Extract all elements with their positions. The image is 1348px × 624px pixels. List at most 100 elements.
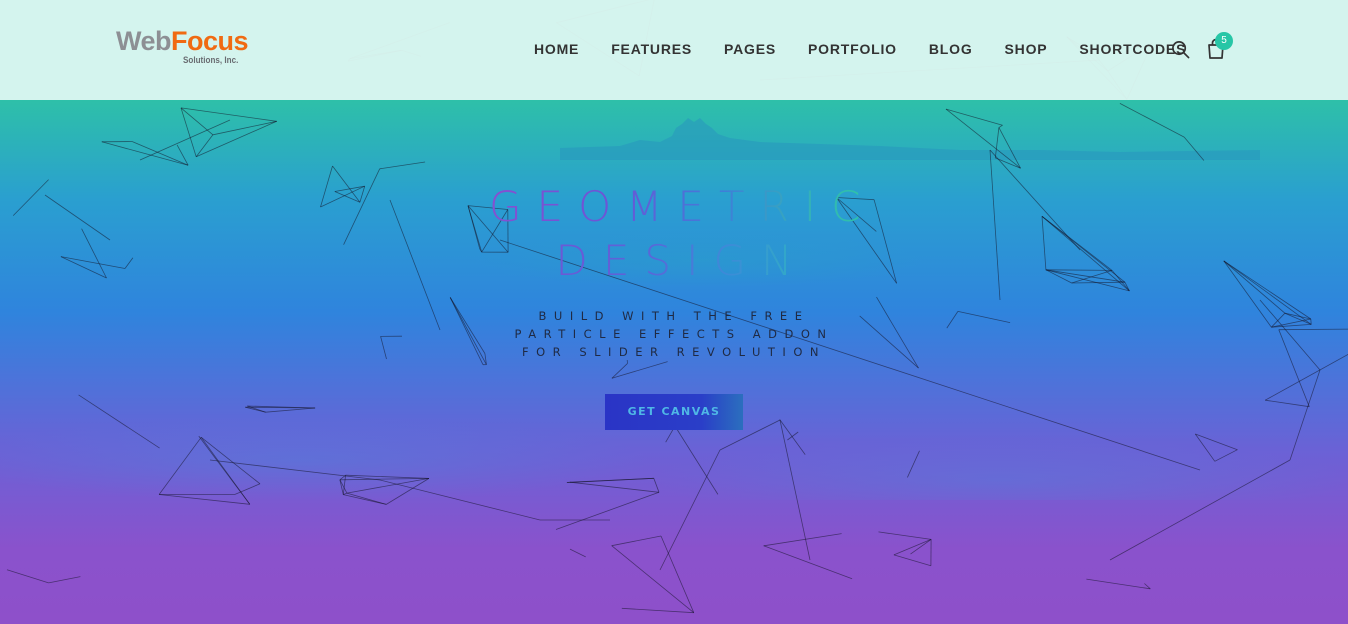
- network-line: [158, 437, 202, 495]
- network-line: [945, 108, 1021, 169]
- network-line: [78, 394, 160, 449]
- network-line: [989, 149, 1081, 251]
- network-line: [334, 185, 365, 192]
- network-line: [379, 479, 541, 521]
- network-line: [878, 531, 932, 540]
- network-line: [876, 296, 919, 369]
- logo[interactable]: WebFocus Solutions, Inc.: [116, 26, 256, 70]
- cart-count-badge: 5: [1215, 32, 1233, 50]
- headline-line-2: Design: [541, 234, 808, 288]
- network-line: [320, 185, 365, 208]
- nav-item-portfolio[interactable]: PORTFOLIO: [808, 40, 897, 58]
- network-line: [389, 199, 441, 331]
- network-line: [674, 425, 719, 495]
- hero-subtext: BUILD WITH THE FREE PARTICLE EFFECTS ADD…: [474, 307, 874, 361]
- network-line: [379, 161, 426, 170]
- network-line: [555, 491, 660, 530]
- network-line: [180, 107, 277, 122]
- nav-item-features[interactable]: FEATURES: [611, 40, 692, 58]
- network-line: [1045, 269, 1113, 271]
- logo-text-focus: Focus: [171, 26, 249, 56]
- network-line: [1223, 260, 1312, 325]
- network-line: [320, 165, 333, 208]
- nav-item-blog[interactable]: BLOG: [929, 40, 973, 58]
- network-line: [621, 607, 694, 614]
- network-line: [1223, 260, 1286, 314]
- network-line: [339, 478, 430, 481]
- network-line: [124, 257, 134, 269]
- nav-item-shop[interactable]: SHOP: [1005, 40, 1048, 58]
- network-line: [1278, 329, 1310, 407]
- network-line: [1259, 299, 1321, 371]
- main-navigation: HOME FEATURES PAGES PORTFOLIO BLOG SHOP …: [534, 40, 1186, 58]
- network-line: [907, 450, 920, 478]
- nav-item-home[interactable]: HOME: [534, 40, 579, 58]
- network-line: [1194, 433, 1216, 462]
- logo-tagline: Solutions, Inc.: [183, 55, 239, 65]
- network-line: [946, 311, 959, 329]
- network-line: [6, 569, 49, 584]
- network-line: [1086, 578, 1151, 590]
- network-line: [380, 336, 387, 360]
- network-line: [196, 120, 277, 158]
- network-line: [81, 228, 107, 279]
- network-line: [339, 479, 344, 495]
- network-line: [611, 535, 662, 547]
- network-line: [1265, 353, 1348, 401]
- network-line: [131, 141, 189, 166]
- network-line: [1223, 260, 1272, 328]
- network-line: [1289, 369, 1321, 461]
- logo-text-web: Web: [116, 26, 172, 56]
- headline-line-1: Geometric: [474, 180, 875, 234]
- network-line: [209, 459, 381, 481]
- subtext-line-2: PARTICLE EFFECTS ADDON: [514, 327, 834, 341]
- search-icon[interactable]: [1171, 40, 1190, 59]
- network-line: [12, 179, 49, 216]
- network-line: [1195, 433, 1238, 451]
- network-line: [345, 474, 430, 479]
- network-line: [1265, 399, 1310, 408]
- network-line: [994, 127, 1000, 158]
- network-line: [998, 127, 1021, 169]
- network-line: [176, 144, 189, 166]
- subtext-line-3: FOR SLIDER REVOLUTION: [522, 345, 826, 359]
- network-line: [159, 494, 250, 505]
- network-line: [343, 168, 381, 245]
- network-line: [566, 477, 654, 483]
- nav-item-pages[interactable]: PAGES: [724, 40, 776, 58]
- network-line: [787, 431, 799, 441]
- network-line: [1183, 136, 1205, 161]
- network-line: [660, 535, 695, 613]
- network-line: [359, 186, 366, 203]
- get-canvas-button[interactable]: GET CANVAS: [605, 394, 743, 430]
- network-line: [342, 475, 346, 495]
- network-line: [200, 436, 261, 485]
- network-line: [60, 256, 126, 269]
- network-line: [1109, 459, 1291, 561]
- network-line: [1214, 449, 1238, 462]
- network-line: [893, 554, 932, 567]
- network-line: [995, 157, 1021, 169]
- subtext-line-1: BUILD WITH THE FREE: [538, 309, 810, 323]
- network-line: [569, 481, 660, 493]
- network-line: [44, 194, 111, 241]
- network-line: [998, 124, 1003, 128]
- network-line: [763, 533, 842, 547]
- network-line: [1278, 328, 1348, 331]
- network-line: [1041, 216, 1047, 270]
- network-line: [343, 494, 387, 505]
- network-line: [180, 107, 197, 157]
- network-line: [653, 478, 660, 493]
- network-line: [139, 119, 231, 161]
- network-line: [569, 548, 586, 558]
- network-line: [265, 407, 316, 413]
- network-line: [101, 141, 189, 166]
- network-line: [611, 545, 695, 614]
- network-line: [1223, 260, 1312, 320]
- network-line: [60, 256, 107, 279]
- network-line: [659, 449, 721, 571]
- network-line: [48, 576, 81, 584]
- hero-headline: Geometric Design: [474, 180, 874, 288]
- site-header: WebFocus Solutions, Inc. HOME FEATURES P…: [0, 0, 1348, 100]
- network-line: [989, 149, 1001, 301]
